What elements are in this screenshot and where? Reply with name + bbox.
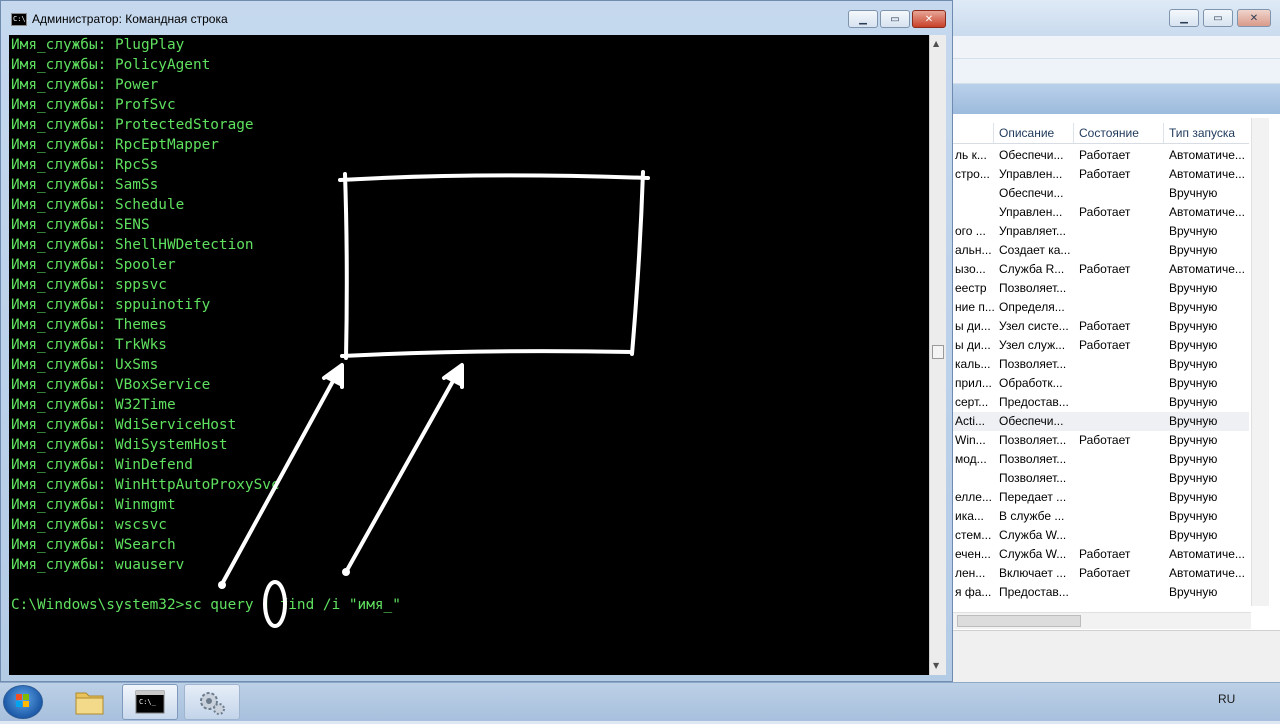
folder-icon — [75, 692, 104, 715]
annotation-arrow-right — [344, 370, 460, 574]
annotation-pipe-ellipse — [263, 580, 287, 628]
gears-icon — [200, 692, 225, 715]
annotation-arrow-left — [220, 370, 340, 586]
taskbar-services-button[interactable] — [184, 684, 240, 720]
arrow-tail-dot — [342, 568, 350, 576]
arrow-tail-dot — [218, 581, 226, 589]
taskbar: C:\_ RU — [0, 682, 1280, 721]
taskbar-explorer-button[interactable] — [62, 684, 118, 720]
annotation-rectangle — [338, 170, 650, 360]
console-icon: C:\_ — [135, 690, 165, 714]
windows-start-icon[interactable] — [3, 685, 43, 719]
annotation-overlay — [218, 170, 650, 628]
svg-text:C:\_: C:\_ — [139, 698, 157, 706]
taskbar-cmd-button[interactable]: C:\_ — [122, 684, 178, 720]
language-indicator[interactable]: RU — [1218, 692, 1235, 706]
